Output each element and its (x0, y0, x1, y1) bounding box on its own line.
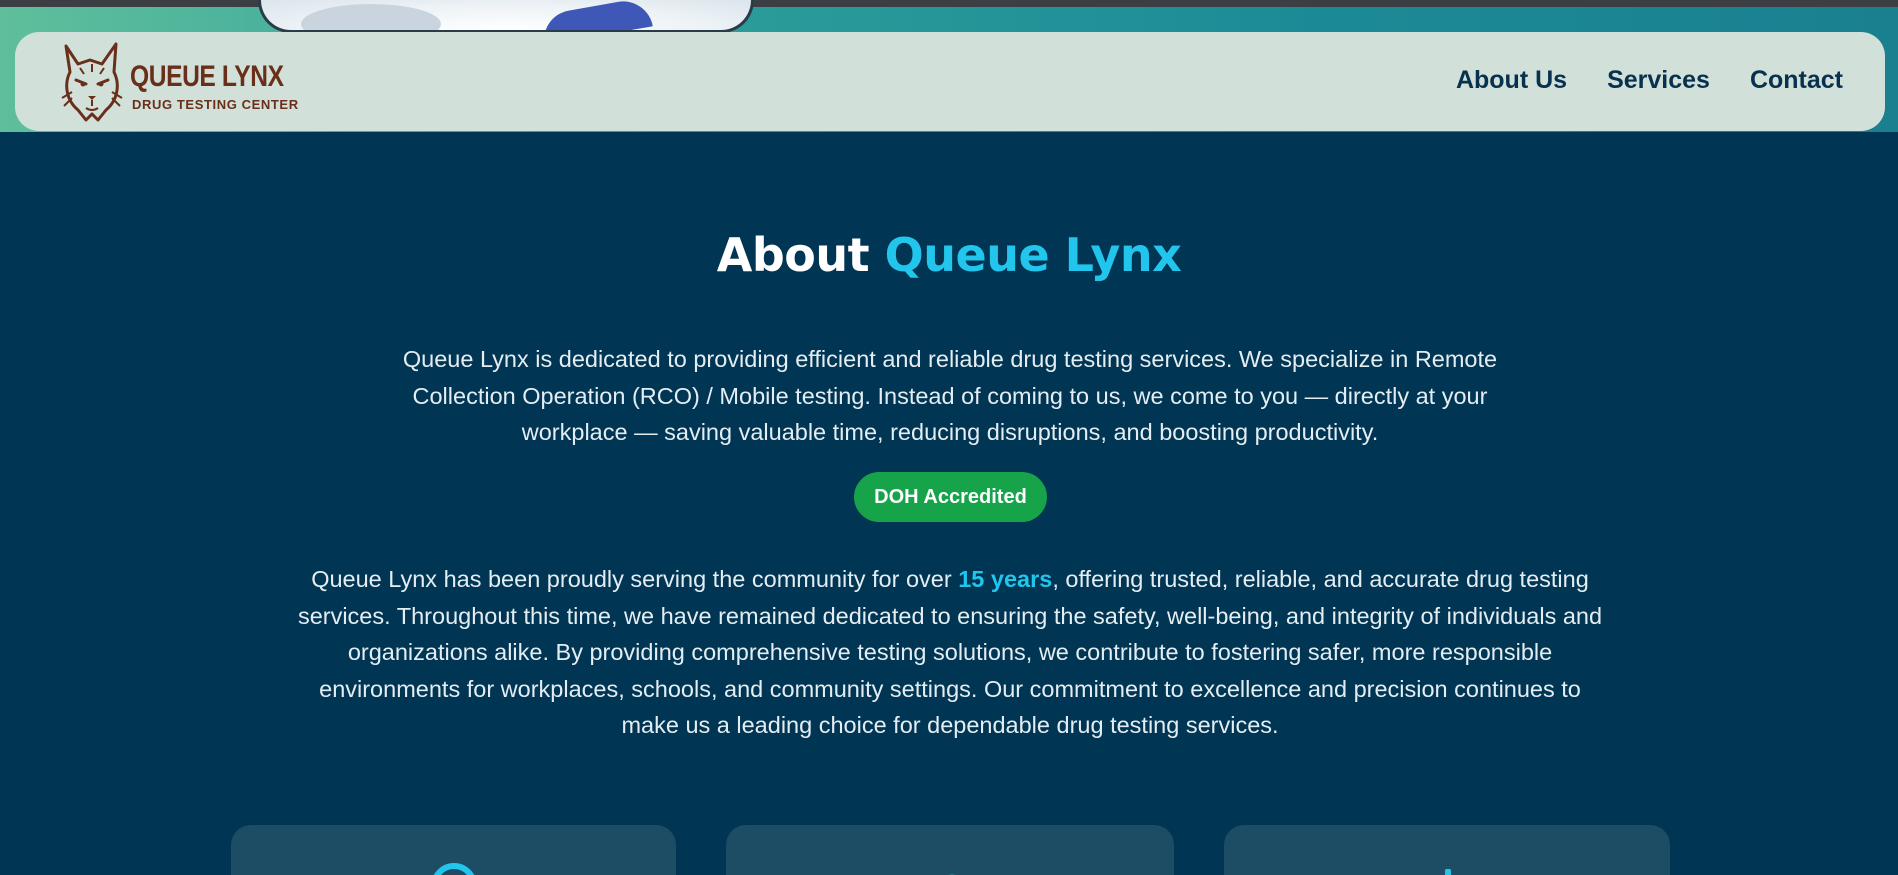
brand-name: QUEUE LYNX (130, 60, 284, 93)
about-history-paragraph: Queue Lynx has been proudly serving the … (290, 561, 1610, 744)
brand-logo[interactable]: QUEUE LYNX DRUG TESTING CENTER (60, 42, 320, 122)
about-heading: About Queue Lynx (0, 228, 1898, 282)
hero-image-glove (539, 0, 653, 30)
years-highlight: 15 years (958, 566, 1053, 592)
hero-image-coat (301, 4, 441, 30)
nav-link-services[interactable]: Services (1607, 66, 1710, 95)
feature-card (726, 825, 1174, 875)
feature-card (231, 825, 676, 875)
about-heading-accent: Queue Lynx (884, 228, 1182, 282)
feature-card (1224, 825, 1670, 875)
brand-tagline: DRUG TESTING CENTER (132, 97, 299, 112)
doh-accredited-badge: DOH Accredited (854, 472, 1047, 522)
circle-icon (433, 863, 475, 875)
about-heading-prefix: About (716, 228, 870, 282)
about-intro-paragraph: Queue Lynx is dedicated to providing eff… (402, 346, 1498, 445)
feature-icon (948, 874, 956, 875)
nav-link-contact[interactable]: Contact (1750, 66, 1843, 95)
lynx-head-icon (61, 42, 123, 122)
nav-menu: About Us Services Contact (1456, 66, 1843, 95)
navbar: QUEUE LYNX DRUG TESTING CENTER About Us … (15, 32, 1885, 131)
history-text-before: Queue Lynx has been proudly serving the … (311, 566, 959, 592)
hero-image (258, 0, 754, 33)
nav-link-about-us[interactable]: About Us (1456, 66, 1567, 95)
feature-icon (1445, 869, 1451, 875)
